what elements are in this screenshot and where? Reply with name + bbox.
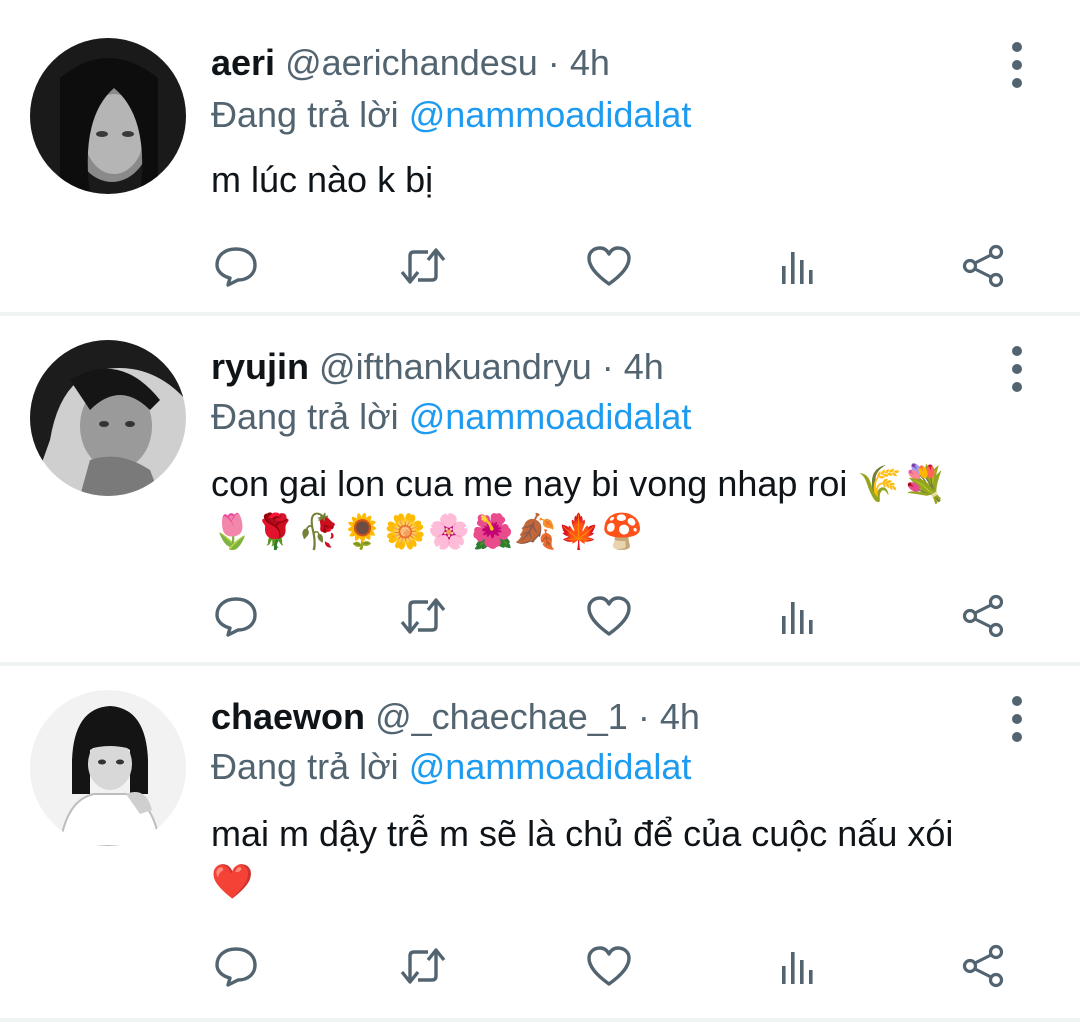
timestamp[interactable]: 4h	[624, 346, 664, 387]
separator-dot: ·	[601, 346, 614, 387]
analytics-icon	[782, 952, 813, 984]
share-button[interactable]	[958, 942, 1008, 990]
user-handle[interactable]: @_chaechae_1	[375, 696, 628, 737]
more-dot	[1012, 696, 1022, 706]
separator-dot: ·	[637, 696, 650, 737]
share-button[interactable]	[958, 242, 1008, 290]
tweet-text-emoji-line: 🌷🌹🥀🌻🌼🌸🌺🍂🍁🍄	[211, 513, 645, 551]
user-handle[interactable]: @ifthankuandryu	[319, 346, 592, 387]
action-bar	[0, 592, 1080, 640]
more-dot	[1012, 78, 1022, 88]
display-name[interactable]: chaewon	[211, 696, 365, 737]
timestamp[interactable]: 4h	[660, 696, 700, 737]
analytics-button[interactable]	[771, 942, 821, 990]
retweet-icon	[400, 598, 446, 634]
reply-feed: aeri @aerichandesu · 4h Đang trả lời @na…	[0, 0, 1080, 1028]
tweet-aeri[interactable]: aeri @aerichandesu · 4h Đang trả lời @na…	[0, 0, 1080, 316]
more-dot	[1012, 60, 1022, 70]
more-vertical-icon[interactable]	[1000, 696, 1034, 742]
share-button[interactable]	[958, 592, 1008, 640]
separator-dot: ·	[547, 42, 560, 83]
more-vertical-icon[interactable]	[1000, 42, 1034, 88]
reply-button[interactable]	[211, 592, 261, 640]
reply-icon	[215, 947, 257, 987]
more-dot	[1012, 732, 1022, 742]
like-icon	[587, 596, 631, 636]
like-icon	[587, 946, 631, 986]
action-bar	[0, 942, 1080, 990]
tweet-chaewon[interactable]: chaewon @_chaechae_1 · 4h Đang trả lời @…	[0, 666, 1080, 1022]
tweet-header: chaewon @_chaechae_1 · 4h	[211, 696, 700, 738]
more-dot	[1012, 382, 1022, 392]
action-bar	[0, 242, 1080, 290]
replying-to-label: Đang trả lời	[211, 396, 399, 437]
tweet-text-emoji-line: ❤️	[211, 863, 255, 901]
tweet-ryujin[interactable]: ryujin @ifthankuandryu · 4h Đang trả lời…	[0, 316, 1080, 666]
tweet-text-line: con gai lon cua me nay bi vong nhap roi …	[211, 463, 948, 504]
share-icon	[962, 594, 1004, 638]
like-icon	[587, 246, 631, 286]
tweet-text-line: m lúc nào k bị	[211, 159, 434, 200]
replying-to: Đang trả lời @nammoadidalat	[211, 396, 691, 438]
replying-to: Đang trả lời @nammoadidalat	[211, 746, 691, 788]
more-dot	[1012, 364, 1022, 374]
tweet-header: ryujin @ifthankuandryu · 4h	[211, 346, 664, 388]
more-dot	[1012, 42, 1022, 52]
replying-to-mention[interactable]: @nammoadidalat	[409, 746, 692, 787]
analytics-icon	[782, 602, 813, 634]
tweet-text-line: mai m dậy trễ m sẽ là chủ để của cuộc nấ…	[211, 813, 954, 854]
tweet-text: mai m dậy trễ m sẽ là chủ để của cuộc nấ…	[211, 810, 1041, 906]
timestamp[interactable]: 4h	[570, 42, 610, 83]
analytics-button[interactable]	[771, 242, 821, 290]
share-icon	[962, 944, 1004, 988]
reply-button[interactable]	[211, 242, 261, 290]
avatar[interactable]	[30, 340, 186, 496]
display-name[interactable]: aeri	[211, 42, 275, 83]
replying-to-label: Đang trả lời	[211, 94, 399, 135]
display-name[interactable]: ryujin	[211, 346, 309, 387]
more-dot	[1012, 346, 1022, 356]
analytics-button[interactable]	[771, 592, 821, 640]
like-button[interactable]	[584, 592, 634, 640]
user-handle[interactable]: @aerichandesu	[285, 42, 538, 83]
tweet-text: con gai lon cua me nay bi vong nhap roi …	[211, 460, 1041, 556]
retweet-button[interactable]	[398, 592, 448, 640]
replying-to-mention[interactable]: @nammoadidalat	[409, 94, 692, 135]
avatar[interactable]	[30, 38, 186, 194]
avatar[interactable]	[30, 690, 186, 846]
share-icon	[962, 244, 1004, 288]
reply-button[interactable]	[211, 942, 261, 990]
more-vertical-icon[interactable]	[1000, 346, 1034, 392]
replying-to-label: Đang trả lời	[211, 746, 399, 787]
more-dot	[1012, 714, 1022, 724]
retweet-button[interactable]	[398, 942, 448, 990]
retweet-icon	[400, 248, 446, 284]
reply-icon	[215, 247, 257, 287]
analytics-icon	[782, 252, 813, 284]
tweet-header: aeri @aerichandesu · 4h	[211, 42, 610, 84]
like-button[interactable]	[584, 242, 634, 290]
reply-icon	[215, 597, 257, 637]
retweet-icon	[400, 948, 446, 984]
tweet-text: m lúc nào k bị	[211, 156, 1041, 204]
retweet-button[interactable]	[398, 242, 448, 290]
replying-to-mention[interactable]: @nammoadidalat	[409, 396, 692, 437]
replying-to: Đang trả lời @nammoadidalat	[211, 94, 691, 136]
like-button[interactable]	[584, 942, 634, 990]
